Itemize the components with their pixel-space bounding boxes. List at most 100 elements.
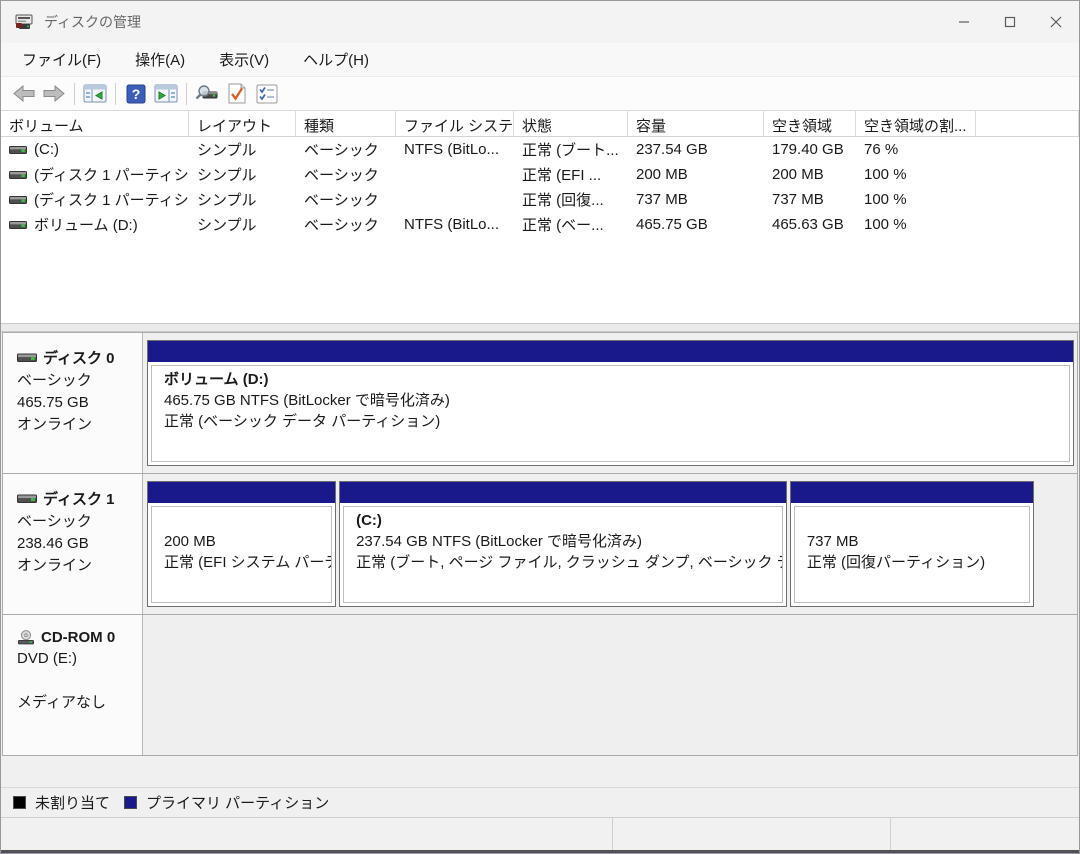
volume-detail: 737 MB <box>806 533 859 550</box>
disk-size: 238.46 GB <box>17 535 89 552</box>
cell-volume: (ディスク 1 パーティシ... <box>34 192 189 209</box>
cell-capacity: 237.54 GB <box>636 141 708 158</box>
menu-file[interactable]: ファイル(F) <box>9 45 114 74</box>
column-header-free-percent[interactable]: 空き領域の割... <box>856 111 976 136</box>
menu-action[interactable]: 操作(A) <box>122 45 198 74</box>
primary-partition-band <box>340 482 786 503</box>
svg-text:?: ? <box>132 86 141 102</box>
cell-filesystem: NTFS (BitLo... <box>404 216 500 233</box>
volume-detail: 465.75 GB NTFS (BitLocker で暗号化済み) <box>164 392 450 409</box>
check-document-icon[interactable] <box>222 80 252 107</box>
pane-splitter[interactable] <box>1 323 1079 332</box>
column-header-volume[interactable]: ボリューム <box>1 111 189 136</box>
cell-capacity: 465.75 GB <box>636 216 708 233</box>
rescan-disks-icon[interactable] <box>192 80 222 107</box>
cdrom0-label-panel[interactable]: CD-ROM 0 DVD (E:) メディアなし <box>3 615 143 755</box>
back-icon[interactable] <box>9 80 39 107</box>
status-bar-section <box>891 818 1079 850</box>
cell-type: ベーシック <box>304 167 379 184</box>
volume-name: (C:) <box>356 512 382 529</box>
primary-partition-legend-label: プライマリ パーティション <box>146 795 330 812</box>
help-icon[interactable]: ? <box>121 80 151 107</box>
column-header-free-space[interactable]: 空き領域 <box>764 111 856 136</box>
menu-bar: ファイル(F) 操作(A) 表示(V) ヘルプ(H) <box>1 43 1079 77</box>
checklist-icon[interactable] <box>252 80 282 107</box>
minimize-button[interactable] <box>941 1 987 43</box>
drive-icon <box>9 145 27 155</box>
menu-view[interactable]: 表示(V) <box>206 45 282 74</box>
column-header-capacity[interactable]: 容量 <box>628 111 764 136</box>
cell-layout: シンプル <box>197 192 257 209</box>
close-button[interactable] <box>1033 1 1079 43</box>
toolbar: ? <box>1 77 1079 111</box>
volume-box-recovery[interactable]: 737 MB 正常 (回復パーティション) <box>789 481 1034 607</box>
disk-management-window: ディスクの管理 ファイル(F) 操作(A) 表示(V) ヘルプ(H) ? ボリュ… <box>0 0 1080 854</box>
disk-row-cdrom0: CD-ROM 0 DVD (E:) メディアなし <box>2 614 1078 756</box>
disk-status: オンライン <box>17 557 93 574</box>
disk-type: ベーシック <box>17 372 92 389</box>
disk1-label-panel[interactable]: ディスク 1 ベーシック 238.46 GB オンライン <box>3 474 143 614</box>
disk-status: オンライン <box>17 416 93 433</box>
cell-capacity: 737 MB <box>636 191 688 208</box>
drive-icon <box>9 195 27 205</box>
table-row[interactable]: (ディスク 1 パーティシ... シンプル ベーシック 正常 (EFI ... … <box>1 162 1079 187</box>
cell-volume: (C:) <box>34 141 59 158</box>
drive-icon <box>9 220 27 230</box>
table-row[interactable]: ボリューム (D:) シンプル ベーシック NTFS (BitLo... 正常 … <box>1 212 1079 237</box>
column-header-status[interactable]: 状態 <box>514 111 628 136</box>
graphical-view: ディスク 0 ベーシック 465.75 GB オンライン ボリューム (D:) … <box>1 332 1079 787</box>
cell-type: ベーシック <box>304 142 379 159</box>
forward-icon[interactable] <box>39 80 69 107</box>
cell-free-percent: 100 % <box>864 191 907 208</box>
unallocated-legend-swatch <box>13 796 26 809</box>
disk-name-label: CD-ROM 0 <box>41 629 116 646</box>
table-row[interactable]: (ディスク 1 パーティシ... シンプル ベーシック 正常 (回復... 73… <box>1 187 1079 212</box>
column-header-filesystem[interactable]: ファイル システム <box>396 111 514 136</box>
primary-partition-band <box>148 482 336 503</box>
cd-rom-icon <box>17 630 35 645</box>
window-bottom-edge <box>1 850 1079 853</box>
disk-size: 465.75 GB <box>17 394 89 411</box>
cell-status: 正常 (回復... <box>522 192 604 209</box>
disk0-label-panel[interactable]: ディスク 0 ベーシック 465.75 GB オンライン <box>3 333 143 473</box>
volume-box-d[interactable]: ボリューム (D:) 465.75 GB NTFS (BitLocker で暗号… <box>147 340 1074 466</box>
volume-status: 正常 (ベーシック データ パーティション) <box>164 413 441 430</box>
volume-name <box>164 510 327 531</box>
disk-type: ベーシック <box>17 513 92 530</box>
cell-free-percent: 100 % <box>864 216 907 233</box>
cdrom-drive-letter: DVD (E:) <box>17 650 77 667</box>
toolbar-separator <box>115 82 116 105</box>
cell-layout: シンプル <box>197 217 257 234</box>
cell-layout: シンプル <box>197 167 257 184</box>
table-row[interactable]: (C:) シンプル ベーシック NTFS (BitLo... 正常 (ブート..… <box>1 137 1079 162</box>
maximize-button[interactable] <box>987 1 1033 43</box>
status-bar-section <box>613 818 891 850</box>
cell-volume: ボリューム (D:) <box>34 217 138 234</box>
cdrom-media-status: メディアなし <box>17 694 106 711</box>
show-console-tree-icon[interactable] <box>80 80 110 107</box>
menu-help[interactable]: ヘルプ(H) <box>290 45 382 74</box>
drive-icon <box>9 170 27 180</box>
cell-volume: (ディスク 1 パーティシ... <box>34 167 189 184</box>
cdrom-empty-area <box>143 615 1077 755</box>
disk-icon <box>17 352 37 363</box>
volume-name <box>807 510 1025 531</box>
volume-list-header: ボリューム レイアウト 種類 ファイル システム 状態 容量 空き領域 空き領域… <box>1 111 1079 137</box>
show-action-pane-icon[interactable] <box>151 80 181 107</box>
column-header-type[interactable]: 種類 <box>296 111 396 136</box>
cell-type: ベーシック <box>304 217 379 234</box>
status-bar-section <box>1 818 613 850</box>
column-header-layout[interactable]: レイアウト <box>189 111 296 136</box>
volume-box-efi[interactable]: 200 MB 正常 (EFI システム パーテ <box>147 481 337 607</box>
cell-free: 200 MB <box>772 166 824 183</box>
cell-free: 737 MB <box>772 191 824 208</box>
volume-detail: 200 MB <box>164 533 216 550</box>
cell-status: 正常 (EFI ... <box>522 167 602 184</box>
primary-partition-legend-swatch <box>124 796 138 809</box>
disk-name-label: ディスク 1 <box>43 491 115 508</box>
disk-name-label: ディスク 0 <box>43 350 115 367</box>
cell-capacity: 200 MB <box>636 166 688 183</box>
primary-partition-band <box>148 341 1073 362</box>
volume-status: 正常 (回復パーティション) <box>806 554 986 571</box>
volume-box-c[interactable]: (C:) 237.54 GB NTFS (BitLocker で暗号化済み) 正… <box>339 481 787 607</box>
